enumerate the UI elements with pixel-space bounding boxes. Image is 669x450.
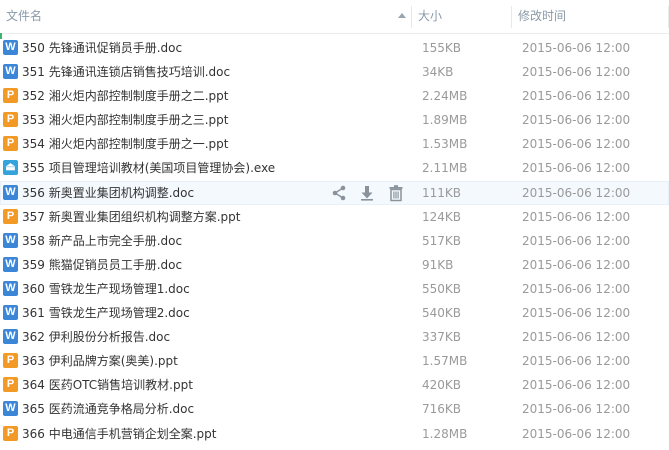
ppt-file-icon: P — [3, 88, 18, 104]
file-row[interactable]: P 363 伊利品牌方案(奥美).ppt 1.57MB 2015-06-06 1… — [0, 349, 669, 373]
file-row[interactable]: P 353 湘火炬内部控制制度手册之三.ppt 1.89MB 2015-06-0… — [0, 108, 669, 132]
file-row[interactable]: W 359 熊猫促销员员工手册.doc 91KB 2015-06-06 12:0… — [0, 253, 669, 277]
file-row[interactable]: W 365 医药流通竞争格局分析.doc 716KB 2015-06-06 12… — [0, 397, 669, 421]
file-modified-date: 2015-06-06 12:00 — [522, 330, 631, 345]
file-row[interactable]: P 357 新奥置业集团组织机构调整方案.ppt 124KB 2015-06-0… — [0, 205, 669, 229]
file-name[interactable]: 353 湘火炬内部控制制度手册之三.ppt — [22, 108, 228, 132]
file-size: 155KB — [422, 41, 462, 55]
ppt-file-icon: P — [3, 377, 18, 393]
exe-file-icon: ⏏ — [3, 160, 18, 176]
file-name[interactable]: 352 湘火炬内部控制制度手册之二.ppt — [22, 84, 228, 108]
file-modified-date: 2015-06-06 12:00 — [522, 89, 631, 104]
file-modified-date: 2015-06-06 12:00 — [522, 137, 631, 152]
column-divider[interactable] — [511, 6, 512, 28]
file-row[interactable]: P 354 湘火炬内部控制制度手册之一.ppt 1.53MB 2015-06-0… — [0, 132, 669, 156]
file-name[interactable]: 354 湘火炬内部控制制度手册之一.ppt — [22, 132, 228, 156]
file-row[interactable]: P 352 湘火炬内部控制制度手册之二.ppt 2.24MB 2015-06-0… — [0, 84, 669, 108]
file-row[interactable]: W 351 先锋通讯连锁店销售技巧培训.doc 34KB 2015-06-06 … — [0, 60, 669, 84]
ppt-file-icon: P — [3, 112, 18, 128]
file-size: 540KB — [422, 306, 462, 321]
ppt-file-icon: P — [3, 136, 18, 152]
file-row[interactable]: W 358 新产品上市完全手册.doc 517KB 2015-06-06 12:… — [0, 229, 669, 253]
file-name[interactable]: 358 新产品上市完全手册.doc — [22, 229, 182, 253]
file-name[interactable]: 356 新奥置业集团机构调整.doc — [22, 181, 194, 205]
file-modified-date: 2015-06-06 12:00 — [522, 354, 631, 369]
file-size: 550KB — [422, 281, 462, 296]
file-list: W 350 先锋通讯促销员手册.doc 155KB 2015-06-06 12:… — [0, 36, 669, 446]
doc-file-icon: W — [3, 401, 18, 417]
file-row[interactable]: W 356 新奥置业集团机构调整.doc 111KB 2015-06-06 12… — [0, 180, 669, 205]
file-size: 2.11MB — [422, 161, 468, 176]
file-size: 420KB — [422, 378, 462, 393]
file-name[interactable]: 362 伊利股份分析报告.doc — [22, 325, 170, 349]
ppt-file-icon: P — [3, 425, 18, 441]
file-modified-date: 2015-06-06 12:00 — [522, 402, 631, 417]
doc-file-icon: W — [3, 329, 18, 345]
doc-file-icon: W — [3, 64, 18, 80]
file-modified-date: 2015-06-06 12:00 — [522, 41, 631, 55]
file-row[interactable]: ⏏ 355 项目管理培训教材(美国项目管理协会).exe 2.11MB 2015… — [0, 156, 669, 180]
share-icon[interactable] — [330, 184, 348, 202]
ppt-file-icon: P — [3, 208, 18, 224]
file-row[interactable]: P 364 医药OTC销售培训教材.ppt 420KB 2015-06-06 1… — [0, 373, 669, 397]
file-name[interactable]: 359 熊猫促销员员工手册.doc — [22, 253, 182, 277]
doc-file-icon: W — [3, 40, 18, 55]
file-size: 337KB — [422, 330, 462, 345]
file-name[interactable]: 360 雪铁龙生产现场管理1.doc — [22, 277, 190, 301]
file-modified-date: 2015-06-06 12:00 — [522, 161, 631, 176]
file-name[interactable]: 363 伊利品牌方案(奥美).ppt — [22, 349, 178, 373]
file-modified-date: 2015-06-06 12:00 — [522, 378, 631, 393]
file-size: 1.57MB — [422, 354, 468, 369]
file-row[interactable]: W 350 先锋通讯促销员手册.doc 155KB 2015-06-06 12:… — [0, 36, 669, 60]
file-list-header: 文件名 大小 修改时间 — [0, 0, 669, 34]
file-modified-date: 2015-06-06 12:00 — [522, 113, 631, 128]
file-modified-date: 2015-06-06 12:00 — [522, 65, 631, 80]
file-modified-date: 2015-06-06 12:00 — [522, 281, 631, 296]
file-size: 517KB — [422, 233, 462, 248]
doc-file-icon: W — [3, 305, 18, 321]
file-size: 91KB — [422, 257, 454, 272]
download-icon[interactable] — [358, 184, 376, 202]
file-size: 2.24MB — [422, 89, 468, 104]
file-modified-date: 2015-06-06 12:00 — [522, 233, 631, 248]
file-size: 1.53MB — [422, 137, 468, 152]
file-name[interactable]: 366 中电通信手机营销企划全案.ppt — [22, 422, 216, 446]
file-name[interactable]: 355 项目管理培训教材(美国项目管理协会).exe — [22, 156, 275, 180]
doc-file-icon: W — [3, 184, 18, 200]
doc-file-icon: W — [3, 232, 18, 248]
sort-ascending-icon[interactable] — [398, 13, 406, 18]
file-name[interactable]: 361 雪铁龙生产现场管理2.doc — [22, 301, 190, 325]
file-modified-date: 2015-06-06 12:00 — [522, 426, 631, 441]
ppt-file-icon: P — [3, 353, 18, 369]
doc-file-icon: W — [3, 280, 18, 296]
file-row[interactable]: P 366 中电通信手机营销企划全案.ppt 1.28MB 2015-06-06… — [0, 422, 669, 446]
file-size: 111KB — [422, 185, 462, 200]
column-header-name[interactable]: 文件名 — [6, 0, 42, 33]
file-size: 124KB — [422, 209, 462, 224]
file-name[interactable]: 364 医药OTC销售培训教材.ppt — [22, 373, 193, 397]
file-size: 1.89MB — [422, 113, 468, 128]
file-size: 1.28MB — [422, 426, 468, 441]
file-row[interactable]: W 362 伊利股份分析报告.doc 337KB 2015-06-06 12:0… — [0, 325, 669, 349]
file-name[interactable]: 350 先锋通讯促销员手册.doc — [22, 36, 182, 60]
column-divider[interactable] — [411, 6, 412, 28]
file-row[interactable]: W 360 雪铁龙生产现场管理1.doc 550KB 2015-06-06 12… — [0, 277, 669, 301]
file-modified-date: 2015-06-06 12:00 — [522, 257, 631, 272]
file-modified-date: 2015-06-06 12:00 — [522, 306, 631, 321]
file-size: 34KB — [422, 65, 454, 80]
file-modified-date: 2015-06-06 12:00 — [522, 185, 631, 200]
file-name[interactable]: 351 先锋通讯连锁店销售技巧培训.doc — [22, 60, 230, 84]
file-name[interactable]: 357 新奥置业集团组织机构调整方案.ppt — [22, 205, 240, 229]
column-header-date[interactable]: 修改时间 — [518, 0, 566, 33]
file-row[interactable]: W 361 雪铁龙生产现场管理2.doc 540KB 2015-06-06 12… — [0, 301, 669, 325]
file-modified-date: 2015-06-06 12:00 — [522, 209, 631, 224]
file-name[interactable]: 365 医药流通竞争格局分析.doc — [22, 397, 194, 421]
doc-file-icon: W — [3, 256, 18, 272]
trash-icon[interactable] — [387, 184, 405, 202]
file-size: 716KB — [422, 402, 462, 417]
column-header-size[interactable]: 大小 — [418, 0, 442, 33]
